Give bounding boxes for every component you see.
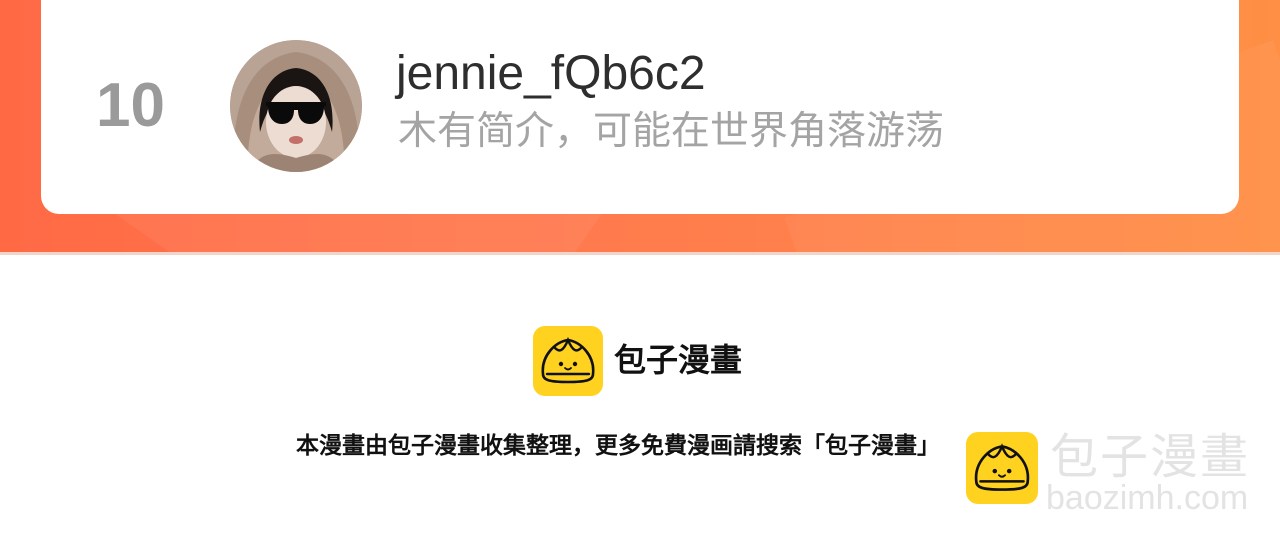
collection-notice: 本漫畫由包子漫畫收集整理，更多免費漫画請搜索「包子漫畫」 xyxy=(296,433,940,459)
ranking-card[interactable] xyxy=(41,0,1239,214)
watermark-bun-logo-icon xyxy=(966,432,1038,504)
banner-divider xyxy=(0,252,1280,255)
user-avatar[interactable] xyxy=(230,40,362,172)
bun-logo-icon xyxy=(533,326,603,396)
username[interactable]: jennie_fQb6c2 xyxy=(396,44,706,104)
watermark-url: baozimh.com xyxy=(1046,479,1249,517)
page: 10 jennie_fQb6c2 木有简介，可能在世界角落游荡 包子漫畫 本漫畫… xyxy=(0,0,1280,537)
user-bio: 木有简介，可能在世界角落游荡 xyxy=(398,109,945,154)
user-avatar-photo-icon xyxy=(230,40,362,172)
brand-name: 包子漫畫 xyxy=(614,341,743,379)
rank-number: 10 xyxy=(96,71,165,140)
